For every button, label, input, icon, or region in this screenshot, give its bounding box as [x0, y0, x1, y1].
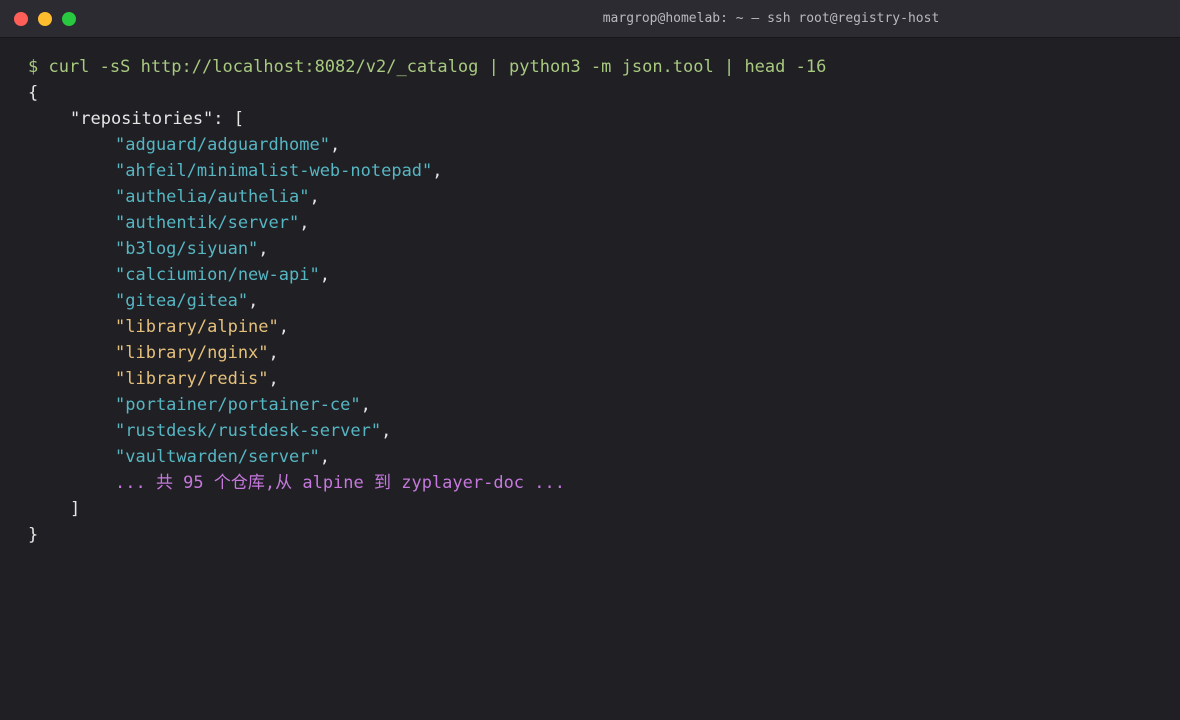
comma: , — [381, 421, 392, 441]
repository-entry: "rustdesk/rustdesk-server", — [28, 418, 1160, 444]
repository-name: "gitea/gitea" — [115, 291, 249, 311]
repository-name: "authentik/server" — [115, 213, 300, 233]
comma: , — [432, 161, 443, 181]
comma: , — [360, 395, 371, 415]
json-repositories-key: "repositories": [ — [70, 109, 244, 129]
json-close-brace: } — [28, 525, 39, 545]
repository-entry: "authentik/server", — [28, 210, 1160, 236]
comma: , — [268, 343, 279, 363]
comma: , — [319, 265, 330, 285]
repository-entry: "calciumion/new-api", — [28, 262, 1160, 288]
repository-entry: "vaultwarden/server", — [28, 444, 1160, 470]
repository-name: "library/redis" — [115, 369, 269, 389]
title-bar: margrop@homelab: ~ — ssh root@registry-h… — [0, 0, 1180, 38]
terminal-window: margrop@homelab: ~ — ssh root@registry-h… — [0, 0, 1180, 720]
repository-list: "adguard/adguardhome", "ahfeil/minimalist… — [28, 132, 1160, 470]
window-title: margrop@homelab: ~ — ssh root@registry-h… — [602, 11, 940, 26]
comma: , — [268, 369, 279, 389]
comma: , — [278, 317, 290, 337]
repository-name: "authelia/authelia" — [115, 187, 310, 207]
repository-name: "ahfeil/minimalist-web-notepad" — [115, 161, 433, 181]
comma: , — [309, 187, 320, 207]
repository-entry: "b3log/siyuan", — [28, 236, 1160, 262]
command-line: $ curl -sS http://localhost:8082/v2/_cat… — [28, 57, 827, 77]
repository-name: "rustdesk/rustdesk-server" — [115, 421, 382, 441]
repository-name: "adguard/adguardhome" — [115, 135, 330, 155]
repository-name: "library/nginx" — [115, 343, 269, 363]
comma: , — [248, 291, 259, 311]
repository-entry: "gitea/gitea", — [28, 288, 1160, 314]
repository-name: "library/alpine" — [115, 317, 279, 337]
comma: , — [319, 447, 330, 467]
json-open-brace: { — [28, 83, 39, 103]
repository-name: "vaultwarden/server" — [115, 447, 320, 467]
repository-entry: "authelia/authelia", — [28, 184, 1160, 210]
repository-entry: "portainer/portainer-ce", — [28, 392, 1160, 418]
repository-name: "calciumion/new-api" — [115, 265, 320, 285]
repository-entry: "adguard/adguardhome", — [28, 132, 1160, 158]
repository-name: "portainer/portainer-ce" — [115, 395, 361, 415]
terminal-output[interactable]: $ curl -sS http://localhost:8082/v2/_cat… — [28, 54, 1160, 548]
comma: , — [258, 239, 269, 259]
repository-entry: "library/nginx", — [28, 340, 1160, 366]
comma: , — [299, 213, 310, 233]
comma: , — [329, 135, 341, 155]
repository-summary: ... 共 95 个仓库,从 alpine 到 zyplayer-doc ... — [115, 473, 565, 493]
repository-name: "b3log/siyuan" — [115, 239, 259, 259]
repository-entry: "ahfeil/minimalist-web-notepad", — [28, 158, 1160, 184]
repository-entry: "library/redis", — [28, 366, 1160, 392]
json-close-bracket: ] — [70, 499, 81, 519]
repository-entry: "library/alpine", — [28, 314, 1160, 340]
